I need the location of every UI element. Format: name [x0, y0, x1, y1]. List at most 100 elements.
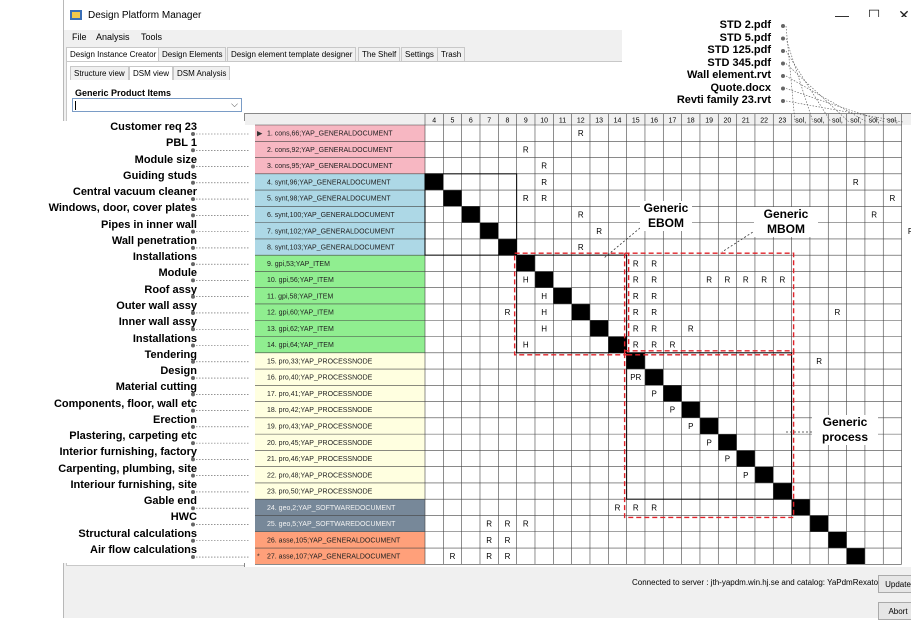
- dsm-grid-container: 4 5 6 7 8 9 10 11 12 13 14 15 16 17 18 19 20 21 22 23 sol, so…: [244, 113, 911, 567]
- row-marker: ▶: [257, 131, 263, 138]
- window-title: Design Platform Manager: [88, 10, 202, 21]
- tab-structure-view[interactable]: Structure view: [70, 66, 129, 80]
- column-header: sol,: [887, 118, 898, 125]
- row-annotation: Components, floor, wall etc: [53, 397, 197, 410]
- tab-dsm-analysis[interactable]: DSM Analysis: [173, 66, 231, 80]
- row-header-label: 10. gpi,56;YAP_ITEM: [267, 277, 334, 284]
- column-header: 17: [669, 118, 677, 125]
- dsm-cell-value: R: [450, 552, 456, 561]
- tab-the-shelf[interactable]: The Shelf: [358, 47, 401, 61]
- diagonal-cell: [498, 238, 517, 256]
- update-button[interactable]: Update: [878, 575, 911, 593]
- row-annotation: Structural calculations: [78, 527, 197, 540]
- diagonal-cell: [425, 173, 444, 191]
- dsm-cell-value: R: [761, 276, 767, 285]
- dsm-cell-value: R: [743, 276, 749, 285]
- column-header: 19: [705, 118, 713, 125]
- dsm-cell-value: R: [651, 259, 657, 268]
- row-header-label: 25. geo,5;YAP_SOFTWAREDOCUMENT: [267, 521, 396, 528]
- row-header-label: 9. gpi,53;YAP_ITEM: [267, 261, 330, 268]
- dsm-cell-value: P: [651, 389, 656, 398]
- tab-design-elements[interactable]: Design Elements: [158, 47, 227, 61]
- row-header-label: 2. cons,92;YAP_GENERALDOCUMENT: [267, 147, 393, 154]
- row-header-label: 12. gpi,60;YAP_ITEM: [267, 310, 334, 317]
- status-bar: Connected to server : jth-yapdm.win.hj.s…: [66, 570, 911, 620]
- menu-tools[interactable]: Tools: [141, 32, 162, 42]
- row-header-label: 23. pro,50;YAP_PROCESSNODE: [267, 489, 373, 496]
- tab-trash[interactable]: Trash: [437, 47, 466, 61]
- column-header: sol,: [850, 118, 861, 125]
- text-cursor: [75, 101, 76, 110]
- column-header: 23: [779, 118, 787, 125]
- dsm-cell-value: R: [541, 194, 547, 203]
- tab-settings[interactable]: Settings: [401, 47, 438, 61]
- row-header-label: 13. gpi,62;YAP_ITEM: [267, 326, 334, 333]
- column-header: 15: [632, 118, 640, 125]
- row-header-label: 6. synt,100;YAP_GENERALDOCUMENT: [267, 212, 395, 219]
- dsm-cell-value: R: [651, 276, 657, 285]
- abort-button[interactable]: Abort: [878, 602, 911, 620]
- chevron-down-icon[interactable]: ⌵: [231, 99, 238, 110]
- dsm-cell-value: R: [615, 503, 621, 512]
- dsm-cell-value: H: [541, 324, 547, 333]
- row-annotation: Design: [160, 365, 197, 378]
- dsm-cell-value: R: [633, 276, 639, 285]
- dsm-cell-value: H: [541, 308, 547, 317]
- row-header-label: 14. gpi,64;YAP_ITEM: [267, 342, 334, 349]
- dsm-cell-value: R: [780, 276, 786, 285]
- generic-product-items-select[interactable]: ⌵: [72, 98, 242, 112]
- dsm-cell-value: R: [596, 227, 602, 236]
- row-header-label: 3. cons,95;YAP_GENERALDOCUMENT: [267, 163, 393, 170]
- column-header: sol,: [814, 118, 825, 125]
- column-header: 6: [469, 118, 473, 125]
- dsm-cell-value: P: [743, 471, 748, 480]
- diagonal-cell: [516, 255, 535, 272]
- tab-design-element-template-designer[interactable]: Design element template designer: [227, 47, 357, 61]
- dsm-cell-value: R: [486, 520, 492, 529]
- column-header: 22: [760, 118, 768, 125]
- dsm-cell-value: H: [523, 276, 529, 285]
- diagonal-cell: [608, 336, 627, 353]
- row-annotation: Installations: [132, 251, 197, 264]
- dsm-cell-value: P: [670, 406, 675, 415]
- diagonal-cell: [736, 450, 755, 467]
- dsm-cell-value: R: [486, 536, 492, 545]
- column-header: 4: [432, 118, 436, 125]
- column-header: 10: [540, 118, 548, 125]
- row-header-label: 20. pro,45;YAP_PROCESSNODE: [267, 440, 373, 447]
- dsm-cell-value: R: [505, 536, 511, 545]
- row-annotation: Tendering: [144, 348, 197, 361]
- generic-product-items-label: Generic Product Items: [75, 88, 172, 98]
- row-annotation: Material cutting: [115, 381, 197, 394]
- document-annotation: Revti family 23.rvt: [676, 94, 771, 106]
- dsm-cell-value: R: [688, 324, 694, 333]
- column-header: 11: [559, 118, 566, 125]
- diagonal-cell: [663, 385, 682, 402]
- row-annotation: Erection: [152, 413, 197, 426]
- row-annotation: Module: [158, 267, 198, 280]
- menu-file[interactable]: File: [72, 32, 87, 42]
- callout-generic-ebom: Generic EBOM: [640, 201, 692, 231]
- column-header: sol,: [795, 118, 806, 125]
- row-annotation: Interiour furnishing, site: [70, 478, 197, 491]
- dsm-cell-value: R: [651, 341, 657, 350]
- dsm-matrix[interactable]: 4 5 6 7 8 9 10 11 12 13 14 15 16 17 18 19 20 21 22 23 sol, so…: [245, 114, 911, 568]
- menu-analysis[interactable]: Analysis: [96, 32, 130, 42]
- row-annotation: Windows, door, cover plates: [48, 202, 197, 215]
- column-header: 7: [487, 118, 491, 125]
- row-annotation-panel: Customer req 23 PBL 1 Module size Guiding s…: [0, 121, 245, 563]
- tab-dsm-view[interactable]: DSM view: [129, 66, 174, 80]
- diagonal-cell: [571, 303, 590, 321]
- dsm-cell-value: R: [890, 194, 896, 203]
- dsm-cell-value: R: [541, 162, 547, 171]
- callout-generic-process: Generic process: [812, 415, 878, 445]
- diagonal-cell: [828, 531, 847, 549]
- column-header: 21: [742, 118, 750, 125]
- row-header-label: 26. asse,105;YAP_GENERALDOCUMENT: [267, 537, 401, 544]
- document-annotation: Quote.docx: [710, 81, 771, 94]
- dsm-cell-value: P: [725, 455, 730, 464]
- dsm-cell-value: R: [633, 308, 639, 317]
- dsm-cell-value: R: [651, 324, 657, 333]
- dsm-cell-value: R: [505, 520, 511, 529]
- tab-design-instance-creator[interactable]: Design Instance Creator: [66, 47, 161, 61]
